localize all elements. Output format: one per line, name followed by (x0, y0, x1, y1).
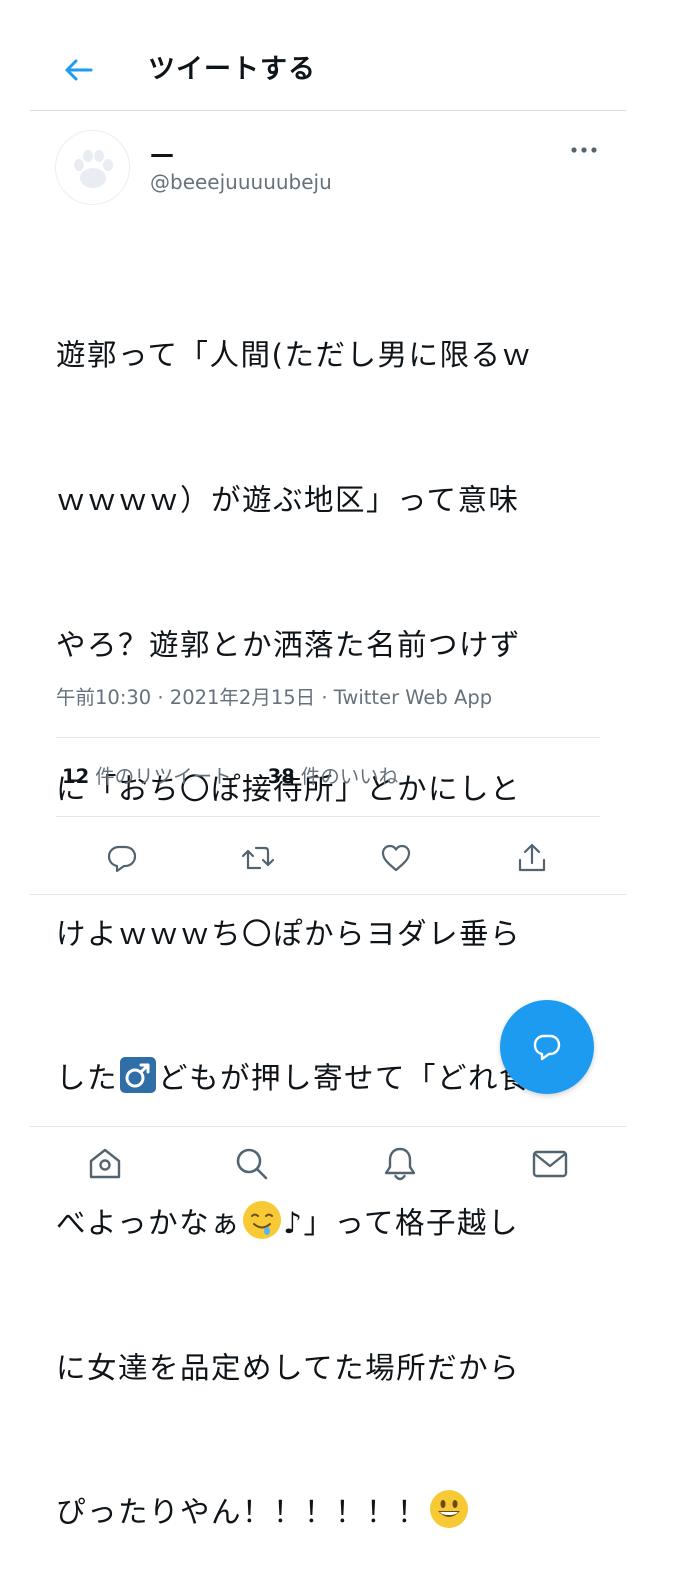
bottom-tab-bar (0, 1126, 675, 1200)
divider (56, 737, 600, 738)
messages-icon (532, 1150, 568, 1178)
more-horizontal-icon (571, 147, 597, 153)
page-title: ツイートする (148, 54, 316, 85)
tweet-line: べよっかなぁ ♪」って格子越し (56, 1199, 596, 1247)
tab-notifications[interactable] (378, 1142, 422, 1186)
arrow-left-icon (65, 59, 93, 81)
divider (56, 816, 600, 817)
tab-search[interactable] (230, 1142, 274, 1186)
retweets-stat[interactable]: 12 件のリツイート (62, 762, 232, 792)
tweet-fragment: べよっかなぁ (56, 1206, 242, 1241)
tweet-fragment: した (56, 1061, 119, 1096)
tab-home[interactable] (83, 1142, 127, 1186)
retweet-button[interactable] (238, 838, 278, 878)
home-icon (89, 1148, 121, 1179)
share-icon (518, 843, 546, 872)
reply-icon (107, 845, 137, 873)
reply-button[interactable] (102, 838, 142, 878)
likes-stat[interactable]: 38 件のいいね (268, 762, 399, 792)
app-header: ツイートする (30, 0, 626, 111)
display-name[interactable]: — (150, 140, 174, 168)
paw-icon (73, 149, 113, 188)
grinning-face-emoji-icon (430, 1490, 469, 1529)
tweet-fragment: どもが押し寄せて「どれ食 (158, 1061, 531, 1096)
compose-reply-button[interactable] (500, 1000, 594, 1094)
notifications-icon (384, 1147, 416, 1181)
tweet-fragment: ♪」って格子越し (283, 1206, 519, 1241)
tweet-line: やろ？遊郭とか洒落た名前つけず (56, 627, 522, 662)
retweets-label: 件のリツイート (95, 765, 232, 788)
retweets-count: 12 (62, 765, 90, 788)
drooling-face-emoji-icon (243, 1201, 282, 1240)
divider (30, 894, 626, 895)
user-handle[interactable]: @beeejuuuuubeju (150, 168, 332, 196)
more-options-button[interactable] (566, 135, 602, 165)
tab-messages[interactable] (528, 1142, 572, 1186)
tweet-fragment: ぴったりやん！！！！！！ (56, 1495, 429, 1530)
like-button[interactable] (376, 838, 416, 878)
back-button[interactable] (58, 50, 98, 90)
tweet-timestamp[interactable]: 午前10:30 · 2021年2月15日 · Twitter Web App (56, 683, 492, 713)
tweet-text: 遊郭って「人間(ただし男に限るｗ ｗｗｗｗ）が遊ぶ地区」って意味 やろ？遊郭とか… (56, 235, 596, 1585)
share-button[interactable] (512, 838, 552, 878)
tweet-line: ｗｗｗｗ）が遊ぶ地区」って意味 (56, 483, 520, 518)
male-sign-emoji-icon: ♂ (120, 1057, 157, 1094)
tweet-line: 遊郭って「人間(ただし男に限るｗ (56, 338, 533, 373)
avatar[interactable] (55, 130, 130, 205)
likes-count: 38 (267, 765, 295, 788)
tweet-line: に女達を品定めしてた場所だから (56, 1350, 521, 1385)
heart-icon (381, 844, 411, 872)
likes-label: 件のいいね (300, 765, 399, 788)
compose-reply-icon (533, 1034, 561, 1061)
search-icon (236, 1148, 268, 1180)
tweet-line: けよｗｗｗち〇ぽからヨダレ垂ら (56, 916, 522, 951)
retweet-icon (241, 846, 275, 870)
tweet-actions (56, 828, 600, 888)
tweet-stats: 12 件のリツイート 38 件のいいね (62, 762, 398, 792)
tweet-line: ぴったりやん！！！！！！ (56, 1488, 596, 1536)
